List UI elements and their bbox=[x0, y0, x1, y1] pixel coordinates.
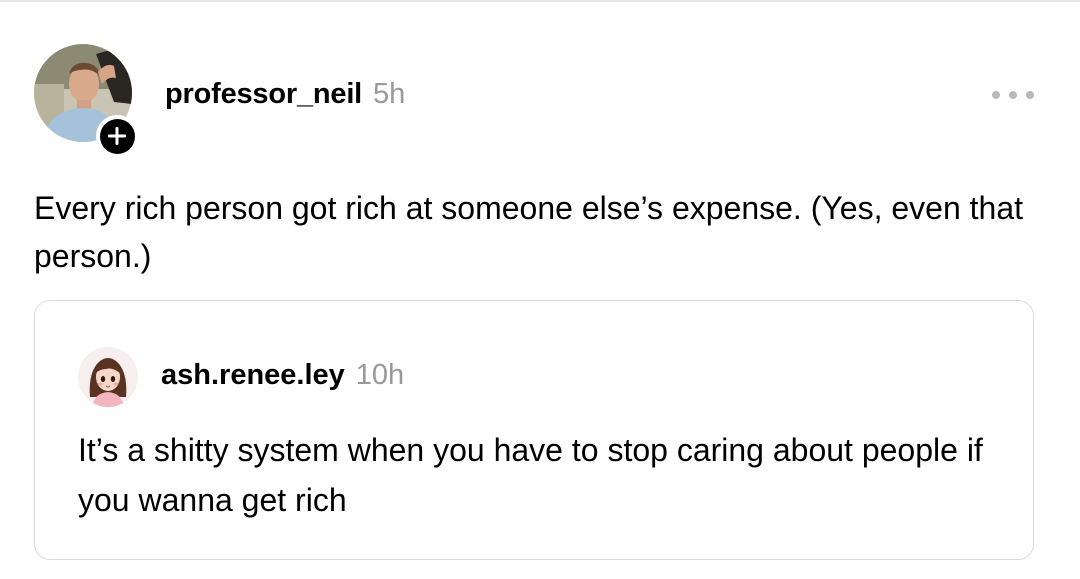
quoted-post-card[interactable]: ash.renee.ley 10h It’s a shitty system w… bbox=[34, 300, 1034, 560]
post-header: professor_neil 5h bbox=[165, 78, 405, 111]
post-timestamp: 5h bbox=[373, 78, 406, 110]
more-horizontal-icon bbox=[992, 91, 1034, 99]
author-avatar-wrap[interactable] bbox=[34, 44, 138, 157]
author-username[interactable]: professor_neil bbox=[165, 78, 362, 111]
plus-icon bbox=[108, 127, 126, 145]
quoted-post-header: ash.renee.ley 10h bbox=[161, 359, 404, 392]
follow-badge bbox=[99, 118, 135, 154]
post: professor_neil 5h Every rich person got … bbox=[0, 0, 1080, 579]
quoted-author-avatar[interactable] bbox=[78, 347, 138, 407]
follow-button[interactable] bbox=[96, 115, 138, 157]
quoted-post-text: It’s a shitty system when you have to st… bbox=[78, 432, 983, 518]
quoted-author-username[interactable]: ash.renee.ley bbox=[161, 359, 345, 392]
post-text: Every rich person got rich at someone el… bbox=[34, 190, 1023, 274]
more-options-button[interactable] bbox=[988, 80, 1038, 110]
quoted-post-timestamp: 10h bbox=[355, 359, 405, 391]
